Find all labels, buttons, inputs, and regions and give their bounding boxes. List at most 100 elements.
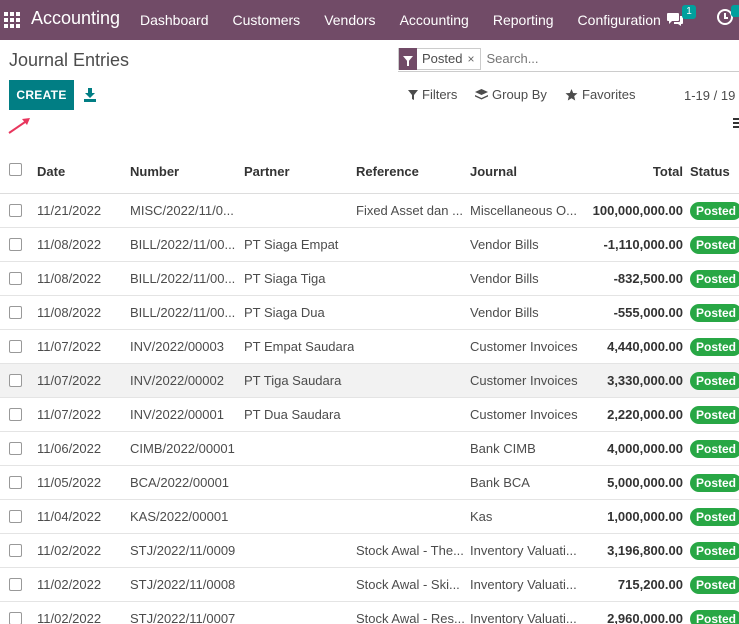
app-brand[interactable]: Accounting bbox=[31, 8, 120, 29]
menu-item-dashboard[interactable]: Dashboard bbox=[128, 0, 221, 40]
menu-item-accounting[interactable]: Accounting bbox=[388, 0, 481, 40]
cell-partner bbox=[244, 602, 354, 624]
cell-number: INV/2022/00003 bbox=[130, 339, 224, 354]
status-badge: Posted bbox=[690, 440, 739, 458]
cell-journal: Vendor Bills bbox=[470, 305, 539, 320]
row-checkbox[interactable] bbox=[9, 306, 22, 319]
row-checkbox[interactable] bbox=[9, 544, 22, 557]
cell-reference: Stock Awal - The... bbox=[356, 543, 464, 558]
cell-reference bbox=[356, 364, 464, 398]
cell-journal: Miscellaneous O... bbox=[470, 203, 577, 218]
menu-item-vendors[interactable]: Vendors bbox=[312, 0, 387, 40]
row-checkbox[interactable] bbox=[9, 374, 22, 387]
favorites-button[interactable]: Favorites bbox=[565, 87, 635, 102]
cell-number: KAS/2022/00001 bbox=[130, 509, 229, 524]
cell-number: CIMB/2022/00001 bbox=[130, 441, 235, 456]
group-by-button[interactable]: Group By bbox=[475, 87, 547, 102]
table-row[interactable]: 11/08/2022 BILL/2022/11/00... PT Siaga E… bbox=[0, 228, 739, 262]
cell-journal: Inventory Valuati... bbox=[470, 611, 577, 624]
table-row[interactable]: 11/05/2022 BCA/2022/00001 Bank BCA 5,000… bbox=[0, 466, 739, 500]
table-row[interactable]: 11/02/2022 STJ/2022/11/0009 Stock Awal -… bbox=[0, 534, 739, 568]
cell-journal: Inventory Valuati... bbox=[470, 577, 577, 592]
cell-total: 100,000,000.00 bbox=[592, 203, 683, 218]
column-header-status[interactable]: Status bbox=[690, 150, 739, 194]
cell-total: 4,000,000.00 bbox=[607, 441, 683, 456]
cell-total: 715,200.00 bbox=[617, 577, 683, 592]
row-checkbox[interactable] bbox=[9, 578, 22, 591]
row-checkbox[interactable] bbox=[9, 340, 22, 353]
layers-icon bbox=[475, 88, 488, 99]
search-bar: Posted × bbox=[398, 46, 739, 72]
column-header-total[interactable]: Total bbox=[580, 150, 683, 194]
select-all-checkbox[interactable] bbox=[9, 163, 22, 176]
pager-value[interactable]: 1-19 / 19 bbox=[684, 88, 735, 103]
chat-count-badge: 1 bbox=[682, 5, 696, 19]
page-title[interactable]: Journal Entries bbox=[9, 50, 129, 71]
status-badge: Posted bbox=[690, 610, 739, 624]
status-badge: Posted bbox=[690, 542, 739, 560]
column-header-number[interactable]: Number bbox=[130, 150, 236, 194]
row-checkbox[interactable] bbox=[9, 476, 22, 489]
cell-partner: PT Siaga Tiga bbox=[244, 271, 326, 286]
cell-date: 11/04/2022 bbox=[37, 509, 102, 524]
table-row[interactable]: 11/08/2022 BILL/2022/11/00... PT Siaga T… bbox=[0, 262, 739, 296]
table-row[interactable]: 11/02/2022 STJ/2022/11/0007 Stock Awal -… bbox=[0, 602, 739, 624]
row-checkbox[interactable] bbox=[9, 238, 22, 251]
list-view-icon[interactable] bbox=[733, 118, 739, 130]
search-input[interactable] bbox=[486, 51, 637, 66]
cell-partner: PT Siaga Empat bbox=[244, 237, 339, 252]
apps-grid-icon[interactable] bbox=[4, 12, 20, 28]
filters-label: Filters bbox=[422, 87, 458, 102]
download-icon[interactable] bbox=[84, 88, 96, 102]
cell-total: 1,000,000.00 bbox=[607, 509, 683, 524]
cell-journal: Customer Invoices bbox=[470, 407, 578, 422]
cell-partner: PT Siaga Dua bbox=[244, 305, 325, 320]
cell-partner bbox=[244, 534, 354, 568]
column-header-reference[interactable]: Reference bbox=[356, 150, 464, 194]
table-row[interactable]: 11/08/2022 BILL/2022/11/00... PT Siaga D… bbox=[0, 296, 739, 330]
table-row[interactable]: 11/07/2022 INV/2022/00003 PT Empat Sauda… bbox=[0, 330, 739, 364]
favorites-label: Favorites bbox=[582, 87, 636, 102]
menu-item-customers[interactable]: Customers bbox=[221, 0, 313, 40]
cell-date: 11/21/2022 bbox=[37, 203, 102, 218]
status-badge: Posted bbox=[690, 372, 739, 390]
table-row[interactable]: 11/02/2022 STJ/2022/11/0008 Stock Awal -… bbox=[0, 568, 739, 602]
row-checkbox[interactable] bbox=[9, 442, 22, 455]
cell-journal: Customer Invoices bbox=[470, 373, 578, 388]
cell-reference: Stock Awal - Ski... bbox=[356, 577, 460, 592]
menu-item-reporting[interactable]: Reporting bbox=[481, 0, 566, 40]
cell-date: 11/08/2022 bbox=[37, 237, 102, 252]
table-row[interactable]: 11/07/2022 INV/2022/00001 PT Dua Saudara… bbox=[0, 398, 739, 432]
column-header-date[interactable]: Date bbox=[37, 150, 125, 194]
cell-journal: Bank CIMB bbox=[470, 441, 536, 456]
menu-item-configuration[interactable]: Configuration bbox=[566, 0, 673, 40]
cell-number: BILL/2022/11/00... bbox=[130, 305, 236, 320]
row-checkbox[interactable] bbox=[9, 272, 22, 285]
table-row[interactable]: 11/21/2022 MISC/2022/11/0... Fixed Asset… bbox=[0, 194, 739, 228]
table-row[interactable]: 11/04/2022 KAS/2022/00001 Kas 1,000,000.… bbox=[0, 500, 739, 534]
row-checkbox[interactable] bbox=[9, 510, 22, 523]
cell-partner bbox=[244, 500, 354, 534]
cell-date: 11/06/2022 bbox=[37, 441, 102, 456]
row-checkbox[interactable] bbox=[9, 612, 22, 624]
cell-date: 11/08/2022 bbox=[37, 271, 102, 286]
column-header-journal[interactable]: Journal bbox=[470, 150, 580, 194]
table-row[interactable]: 11/06/2022 CIMB/2022/00001 Bank CIMB 4,0… bbox=[0, 432, 739, 466]
cell-partner bbox=[244, 432, 354, 466]
cell-reference bbox=[356, 228, 464, 262]
cell-date: 11/05/2022 bbox=[37, 475, 102, 490]
row-checkbox[interactable] bbox=[9, 408, 22, 421]
cell-partner: PT Empat Saudara bbox=[244, 339, 354, 354]
table-row[interactable]: 11/07/2022 INV/2022/00002 PT Tiga Saudar… bbox=[0, 364, 739, 398]
cell-partner: PT Dua Saudara bbox=[244, 407, 341, 422]
cell-journal: Inventory Valuati... bbox=[470, 543, 577, 558]
column-header-partner[interactable]: Partner bbox=[244, 150, 354, 194]
pointer-arrow-icon bbox=[8, 118, 30, 134]
filters-button[interactable]: Filters bbox=[408, 87, 457, 102]
cell-total: -555,000.00 bbox=[613, 305, 683, 320]
facet-remove-icon[interactable]: × bbox=[467, 52, 479, 66]
row-checkbox[interactable] bbox=[9, 204, 22, 217]
main-menu: Dashboard Customers Vendors Accounting R… bbox=[128, 0, 673, 40]
cell-number: STJ/2022/11/0009 bbox=[130, 543, 236, 558]
create-button[interactable]: CREATE bbox=[9, 80, 74, 110]
